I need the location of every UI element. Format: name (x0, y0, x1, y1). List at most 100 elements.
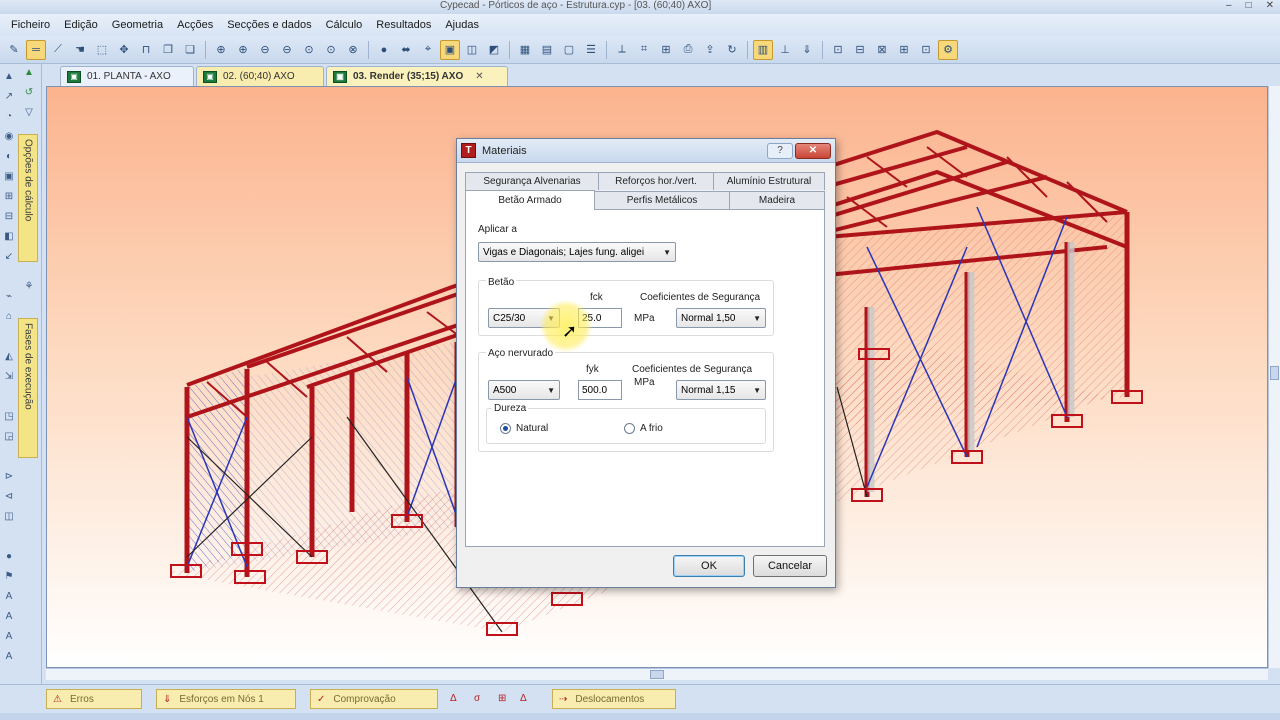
zoom-all-icon[interactable]: ⊙ (299, 40, 319, 60)
tool-icon[interactable]: ⊞ (2, 190, 16, 204)
view-3d-icon[interactable]: ▣ (440, 39, 460, 60)
panel-icon[interactable]: ↺ (22, 86, 36, 100)
tab-render-axo[interactable]: ▣ 03. Render (35;15) AXO ✕ (326, 66, 508, 86)
maximize-button[interactable]: □ (1246, 0, 1252, 11)
scrollbar-thumb[interactable] (650, 670, 664, 679)
export-icon[interactable]: ⇪ (700, 40, 720, 60)
tool-icon[interactable]: A (2, 650, 16, 664)
options-panel-tab[interactable]: Opções de cálculo (18, 134, 38, 262)
zoom-previous-icon[interactable]: ⊖ (277, 40, 297, 60)
tab-60-40-axo[interactable]: ▣ 02. (60;40) AXO (196, 66, 324, 86)
show-members-icon[interactable]: ▥ (753, 39, 773, 60)
zoom-extents-icon[interactable]: ⊙ (321, 40, 341, 60)
dialog-close-button[interactable]: ✕ (795, 143, 831, 159)
stress-icon[interactable]: σ (474, 693, 480, 704)
tool-icon[interactable]: A (2, 590, 16, 604)
displacements-panel-tab[interactable]: ⇢ Deslocamentos (552, 689, 676, 709)
render-icon[interactable]: ● (374, 40, 394, 60)
diagram-icon[interactable]: Δ (520, 693, 527, 704)
layers-icon[interactable]: ◩ (484, 40, 504, 60)
tab-perfis-metalicos[interactable]: Perfis Metálicos (594, 191, 730, 209)
redraw-icon[interactable]: ↻ (722, 40, 742, 60)
ok-button[interactable]: OK (673, 555, 745, 577)
zoom-scale-icon[interactable]: ⊗ (343, 40, 363, 60)
drawings-icon[interactable]: ⊡ (916, 40, 936, 60)
radio-natural[interactable]: Natural (500, 423, 548, 434)
tab-aluminio[interactable]: Alumínio Estrutural (713, 172, 825, 190)
tool-icon[interactable]: A (2, 610, 16, 624)
tab-madeira[interactable]: Madeira (729, 191, 825, 209)
zoom-in-icon[interactable]: ⊕ (233, 40, 253, 60)
tool-icon[interactable]: A (2, 630, 16, 644)
tool-icon[interactable]: ◲ (2, 430, 16, 444)
elevation-icon[interactable]: ⊟ (850, 40, 870, 60)
close-icon[interactable]: ✕ (475, 71, 483, 82)
tool-icon[interactable]: ◔ (2, 110, 16, 124)
tool-icon[interactable]: ⊟ (2, 210, 16, 224)
copy-icon[interactable]: ❐ (158, 40, 178, 60)
node-tool-icon[interactable]: ⟋ (48, 40, 68, 60)
tool-icon[interactable]: ◐ (2, 150, 16, 164)
zoom-out-icon[interactable]: ⊖ (255, 40, 275, 60)
tab-reforcos[interactable]: Reforços hor./vert. (598, 172, 714, 190)
pencil-icon[interactable]: ✎ (4, 40, 24, 60)
stop-icon[interactable]: ● (2, 550, 16, 564)
axes-icon[interactable]: ⌖ (418, 40, 438, 60)
menu-resultados[interactable]: Resultados (369, 19, 438, 31)
detail-icon[interactable]: ⊠ (872, 40, 892, 60)
tool-icon[interactable]: ⊲ (2, 490, 16, 504)
concrete-safety-select[interactable]: Normal 1,50 ▼ (676, 308, 766, 328)
tool-icon[interactable]: ⊳ (2, 470, 16, 484)
options-icon[interactable]: ⚙ (938, 39, 958, 60)
grid-icon[interactable]: ▦ (515, 40, 535, 60)
tool-icon[interactable]: ⌁ (2, 290, 16, 304)
phases-panel-tab[interactable]: Fases de execução (18, 318, 38, 458)
deflection-icon[interactable]: Δ (450, 693, 457, 704)
tool-icon[interactable]: ▣ (2, 170, 16, 184)
steel-safety-select[interactable]: Normal 1,15 ▼ (676, 380, 766, 400)
menu-accoes[interactable]: Acções (170, 19, 220, 31)
menu-ajudas[interactable]: Ajudas (438, 19, 486, 31)
vertical-scrollbar[interactable] (1268, 86, 1280, 668)
plan-icon[interactable]: ⊡ (828, 40, 848, 60)
graph-icon[interactable]: ⊞ (498, 693, 506, 704)
errors-panel-tab[interactable]: ⚠ Erros (46, 689, 142, 709)
menu-geometria[interactable]: Geometria (105, 19, 170, 31)
tool-icon[interactable]: ◳ (2, 410, 16, 424)
check-panel-tab[interactable]: ✓ Comprovação (310, 689, 438, 709)
scrollbar-thumb[interactable] (1270, 366, 1279, 380)
view-iso-icon[interactable]: ◫ (462, 40, 482, 60)
tool-icon[interactable]: ↗ (2, 90, 16, 104)
tool-icon[interactable]: ⌂ (2, 310, 16, 324)
window-icon[interactable]: ▢ (559, 40, 579, 60)
node-forces-panel-tab[interactable]: ⇓ Esforços em Nós 1 (156, 689, 296, 709)
show-loads-icon[interactable]: ⇓ (797, 40, 817, 60)
phases-icon[interactable]: ⚘ (22, 280, 36, 294)
tool-icon[interactable]: ◉ (2, 130, 16, 144)
menu-seccoes-dados[interactable]: Secções e dados (220, 19, 318, 31)
list-icon[interactable]: ☰ (581, 40, 601, 60)
move-icon[interactable]: ⬌ (396, 40, 416, 60)
report-icon[interactable]: ⊞ (894, 40, 914, 60)
measure-icon[interactable]: ⟂ (612, 40, 632, 60)
close-window-button[interactable]: ✕ (1266, 0, 1274, 11)
filter-icon[interactable]: ▽ (22, 106, 36, 120)
menu-edicao[interactable]: Edição (57, 19, 105, 31)
tool-icon[interactable]: ◧ (2, 230, 16, 244)
menu-ficheiro[interactable]: Ficheiro (4, 19, 57, 31)
tab-planta-axo[interactable]: ▣ 01. PLANTA - AXO (60, 66, 194, 86)
select-icon[interactable]: ⬚ (92, 40, 112, 60)
help-button[interactable]: ? (767, 143, 793, 159)
pan-icon[interactable]: ✥ (114, 40, 134, 60)
tool-icon[interactable]: ⚑ (2, 570, 16, 584)
frame-icon[interactable]: ⊓ (136, 40, 156, 60)
tool-icon[interactable]: ↙ (2, 250, 16, 264)
paste-icon[interactable]: ❏ (180, 40, 200, 60)
cancel-button[interactable]: Cancelar (753, 555, 827, 577)
tool-icon[interactable]: ⇲ (2, 370, 16, 384)
hand-icon[interactable]: ☚ (70, 40, 90, 60)
show-supports-icon[interactable]: ⊥ (775, 40, 795, 60)
panel-icon[interactable]: ▲ (22, 66, 36, 80)
fyk-input[interactable]: 500.0 (578, 380, 622, 400)
tool-icon[interactable]: ◭ (2, 350, 16, 364)
